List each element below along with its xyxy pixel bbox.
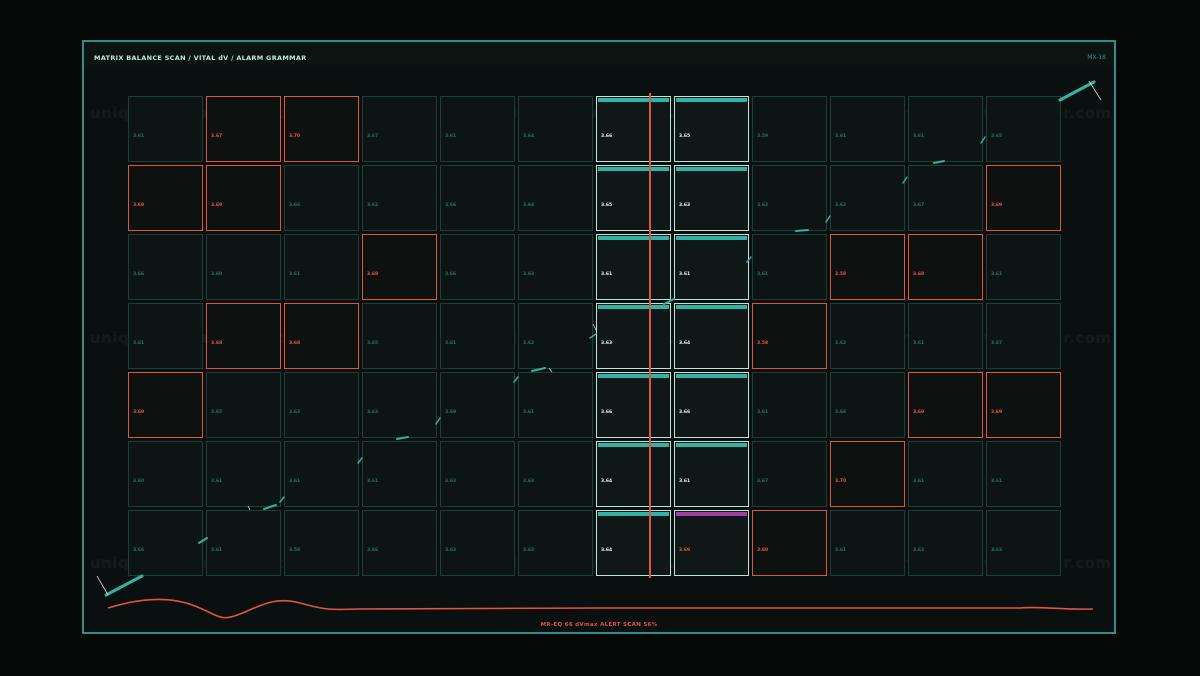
diagonal-trace xyxy=(104,80,1096,597)
vital-waveform xyxy=(107,598,1094,619)
overlay-graphics xyxy=(96,80,1102,619)
corner-tick-marks xyxy=(96,80,1102,596)
